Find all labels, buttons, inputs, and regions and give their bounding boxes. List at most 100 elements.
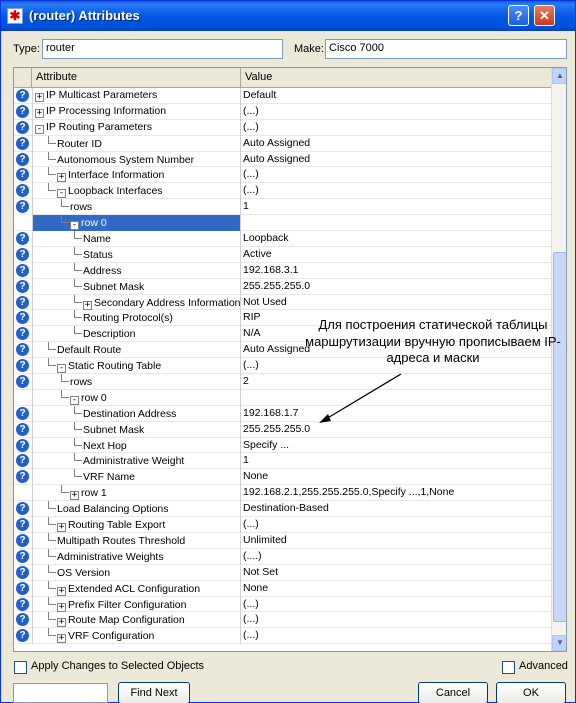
- attribute-cell[interactable]: Destination Address: [32, 405, 241, 422]
- table-row[interactable]: ? Load Balancing Options Destination-Based: [14, 501, 551, 518]
- attribute-cell[interactable]: Routing Protocol(s): [32, 310, 241, 327]
- table-row[interactable]: ? Administrative Weight 1: [14, 453, 551, 470]
- expand-icon[interactable]: +: [57, 602, 66, 612]
- collapse-icon[interactable]: -: [57, 364, 66, 374]
- expand-icon[interactable]: +: [57, 586, 66, 596]
- attribute-cell[interactable]: Description: [32, 326, 241, 343]
- attribute-cell[interactable]: Administrative Weight: [32, 453, 241, 470]
- value-cell[interactable]: (...): [241, 597, 551, 613]
- value-cell[interactable]: (...): [241, 183, 551, 199]
- value-cell[interactable]: 1: [241, 453, 551, 469]
- attribute-cell[interactable]: Administrative Weights: [32, 548, 241, 565]
- value-cell[interactable]: Specify ...: [241, 438, 551, 454]
- value-cell[interactable]: None: [241, 469, 551, 485]
- attribute-cell[interactable]: Status: [32, 246, 241, 263]
- table-row[interactable]: ? VRF Name None: [14, 469, 551, 486]
- attribute-cell[interactable]: - Loopback Interfaces: [32, 183, 241, 200]
- help-icon[interactable]: ?: [16, 629, 29, 643]
- help-icon[interactable]: ?: [16, 438, 29, 452]
- attribute-cell[interactable]: Autonomous System Number: [32, 151, 241, 168]
- help-icon[interactable]: ?: [16, 343, 29, 357]
- table-row[interactable]: ? + IP Multicast Parameters Default: [14, 88, 551, 104]
- expand-icon[interactable]: +: [35, 93, 44, 102]
- table-row[interactable]: ? Multipath Routes Threshold Unlimited: [14, 532, 551, 549]
- table-row[interactable]: ? + IP Processing Information (...): [14, 103, 551, 120]
- attribute-cell[interactable]: - IP Routing Parameters: [32, 119, 241, 136]
- close-button[interactable]: ✕: [534, 5, 555, 26]
- attribute-cell[interactable]: Next Hop: [32, 437, 241, 454]
- help-icon[interactable]: ?: [16, 168, 29, 182]
- help-icon[interactable]: ?: [16, 359, 29, 373]
- attribute-cell[interactable]: + IP Multicast Parameters: [32, 88, 241, 104]
- help-icon[interactable]: ?: [16, 104, 29, 118]
- attribute-cell[interactable]: + IP Processing Information: [32, 103, 241, 120]
- help-icon[interactable]: ?: [16, 279, 29, 293]
- value-cell[interactable]: 2: [241, 374, 551, 390]
- help-icon[interactable]: ?: [16, 422, 29, 436]
- search-input[interactable]: [13, 683, 108, 703]
- table-row[interactable]: ? + Extended ACL Configuration None: [14, 580, 551, 597]
- scroll-down-icon[interactable]: ▼: [552, 635, 566, 651]
- cancel-button[interactable]: Cancel: [418, 682, 488, 703]
- help-icon[interactable]: ?: [16, 502, 29, 516]
- attribute-cell[interactable]: + Route Map Configuration: [32, 612, 241, 629]
- help-icon[interactable]: ?: [16, 263, 29, 277]
- type-field[interactable]: router: [42, 39, 283, 59]
- help-icon[interactable]: ?: [16, 470, 29, 484]
- help-icon[interactable]: ?: [16, 136, 29, 150]
- value-cell[interactable]: Active: [241, 247, 551, 263]
- value-cell[interactable]: Loopback: [241, 231, 551, 247]
- find-next-button[interactable]: Find Next: [118, 682, 190, 703]
- attribute-cell[interactable]: + Extended ACL Configuration: [32, 580, 241, 597]
- header-value[interactable]: Value: [241, 68, 551, 87]
- help-icon[interactable]: ?: [16, 375, 29, 389]
- value-cell[interactable]: (...): [241, 628, 551, 644]
- table-row[interactable]: ? Autonomous System Number Auto Assigned: [14, 151, 551, 168]
- attribute-cell[interactable]: Router ID: [32, 135, 241, 152]
- attribute-cell[interactable]: + Interface Information: [32, 167, 241, 184]
- collapse-icon[interactable]: -: [35, 124, 44, 134]
- value-cell[interactable]: [241, 390, 551, 406]
- expand-icon[interactable]: +: [70, 491, 79, 501]
- title-bar[interactable]: ✱ (router) Attributes ? ✕: [1, 1, 575, 31]
- value-cell[interactable]: (...): [241, 167, 551, 183]
- value-cell[interactable]: 1: [241, 199, 551, 215]
- table-row[interactable]: ? Address 192.168.3.1: [14, 262, 551, 279]
- help-icon[interactable]: ?: [16, 518, 29, 532]
- value-cell[interactable]: None: [241, 581, 551, 597]
- attribute-cell[interactable]: OS Version: [32, 564, 241, 581]
- apply-checkbox[interactable]: [14, 661, 27, 674]
- attribute-cell[interactable]: + Prefix Filter Configuration: [32, 596, 241, 613]
- value-cell[interactable]: 192.168.2.1,255.255.255.0,Specify ...,1,…: [241, 485, 551, 501]
- value-cell[interactable]: Not Used: [241, 295, 551, 311]
- value-cell[interactable]: Auto Assigned: [241, 136, 551, 152]
- table-row[interactable]: ? Name Loopback: [14, 231, 551, 247]
- make-field[interactable]: Cisco 7000: [325, 39, 567, 59]
- attribute-cell[interactable]: - row 0: [32, 389, 241, 406]
- table-row[interactable]: - row 0: [14, 215, 551, 232]
- table-row[interactable]: ? - IP Routing Parameters (...): [14, 119, 551, 136]
- table-row[interactable]: ? Destination Address 192.168.1.7: [14, 405, 551, 422]
- collapse-icon[interactable]: -: [70, 395, 79, 405]
- table-row[interactable]: ? Next Hop Specify ...: [14, 437, 551, 454]
- attribute-cell[interactable]: + VRF Configuration: [32, 628, 241, 645]
- value-cell[interactable]: (....): [241, 549, 551, 565]
- attribute-cell[interactable]: Subnet Mask: [32, 278, 241, 295]
- help-icon[interactable]: ?: [16, 200, 29, 214]
- value-cell[interactable]: Unlimited: [241, 533, 551, 549]
- table-row[interactable]: ? Router ID Auto Assigned: [14, 135, 551, 152]
- attribute-cell[interactable]: Multipath Routes Threshold: [32, 532, 241, 549]
- value-cell[interactable]: (...): [241, 517, 551, 533]
- help-icon[interactable]: ?: [16, 232, 29, 246]
- help-icon[interactable]: ?: [16, 295, 29, 309]
- collapse-icon[interactable]: -: [57, 189, 66, 199]
- value-cell[interactable]: 255.255.255.0: [241, 422, 551, 438]
- attribute-cell[interactable]: VRF Name: [32, 469, 241, 486]
- table-row[interactable]: ? - Loopback Interfaces (...): [14, 183, 551, 200]
- table-row[interactable]: ? + Secondary Address Information Not Used: [14, 294, 551, 311]
- table-row[interactable]: + row 1 192.168.2.1,255.255.255.0,Specify …: [14, 485, 551, 502]
- attribute-cell[interactable]: rows: [32, 199, 241, 216]
- value-cell[interactable]: Not Set: [241, 565, 551, 581]
- attribute-cell[interactable]: Name: [32, 231, 241, 247]
- help-icon[interactable]: ?: [16, 565, 29, 579]
